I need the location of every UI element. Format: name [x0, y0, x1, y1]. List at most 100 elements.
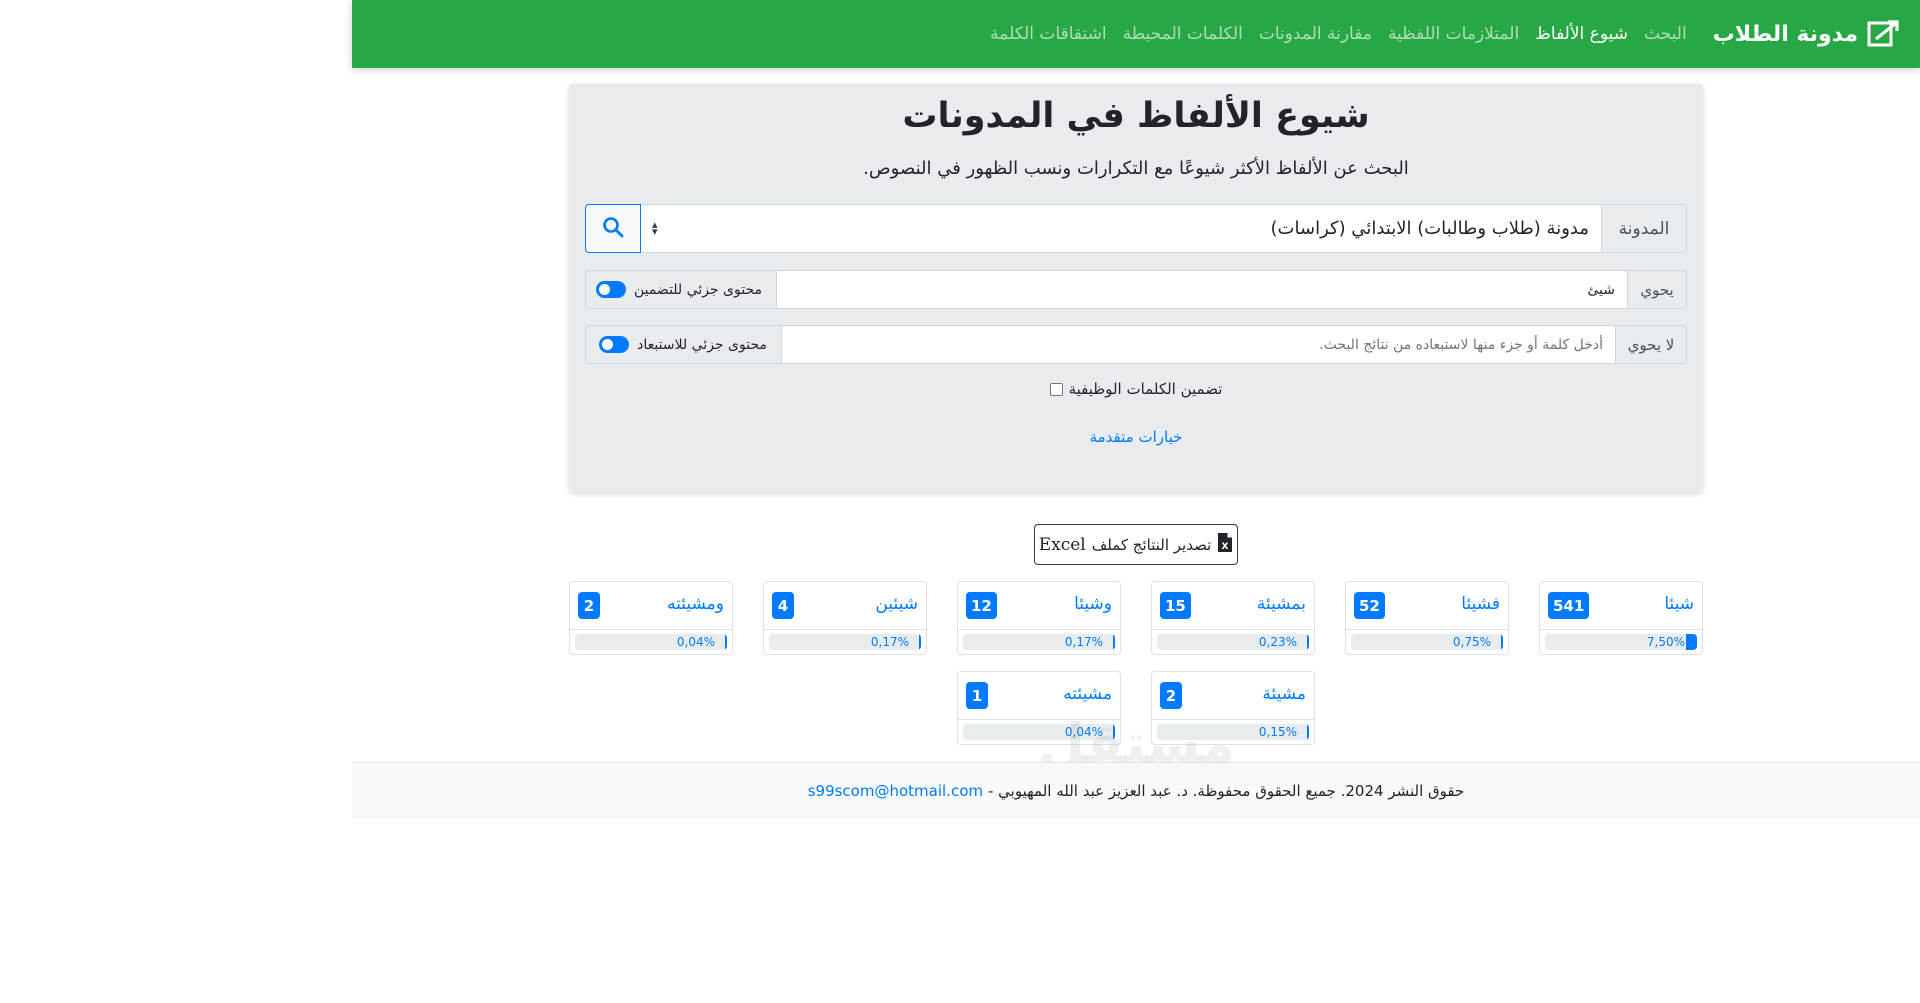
result-progress-fill: [1307, 724, 1309, 740]
export-label: تصدير النتائج كملف: [1091, 535, 1212, 554]
result-percent: 0,17%: [870, 635, 909, 649]
footer: حقوق النشر 2024. جميع الحقوق محفوظة. د. …: [352, 762, 1920, 819]
result-progress-bar: 0,04%: [575, 634, 727, 650]
result-count-badge: 12: [966, 592, 997, 619]
toggle-switch-icon[interactable]: [595, 281, 626, 298]
result-percent: 0,04%: [676, 635, 715, 649]
contains-partial-switch[interactable]: محتوى جزئي للتضمين: [585, 270, 777, 309]
result-count-badge: 4: [772, 592, 794, 619]
function-words-checkbox[interactable]: [1049, 382, 1063, 396]
card-divider: [1346, 629, 1508, 630]
result-progress-bar: 0,75%: [1351, 634, 1503, 650]
result-count-badge: 1: [966, 682, 988, 709]
result-count-badge: 2: [578, 592, 600, 619]
nav-link-collocations[interactable]: المتلازمات اللفظية: [1380, 24, 1527, 44]
select-arrows-icon: ▴ ▾: [652, 218, 658, 238]
nav-link-compare-corpora[interactable]: مقارنة المدونات: [1251, 24, 1380, 44]
result-word[interactable]: فشيئا: [1461, 594, 1500, 614]
result-progress-fill: [1307, 634, 1309, 650]
footer-copyright: حقوق النشر 2024. جميع الحقوق محفوظة. د. …: [987, 782, 1465, 800]
contains-input[interactable]: شيئ: [777, 270, 1627, 309]
corpus-select[interactable]: مدونة (طلاب وطالبات) الابتدائي (كراسات): [640, 204, 1601, 253]
brand-title: مدونة الطلاب: [1712, 21, 1858, 47]
result-percent: 7,50%: [1646, 635, 1685, 649]
result-progress-fill: [725, 634, 727, 650]
result-card[interactable]: شيئا 541 7,50%: [1539, 581, 1703, 655]
result-card[interactable]: شيئين 4 0,17%: [763, 581, 927, 655]
page-title: شيوع الألفاظ في المدونات: [902, 96, 1370, 136]
search-icon: [602, 216, 624, 242]
result-percent: 0,17%: [1064, 635, 1103, 649]
result-card[interactable]: ومشيئته 2 0,04%: [569, 581, 733, 655]
nav-link-search[interactable]: البحث: [1636, 24, 1695, 44]
file-excel-icon: X: [1217, 532, 1233, 557]
navbar: مدونة الطلاب البحث شيوع الألفاظ المتلازم…: [352, 0, 1920, 68]
result-word[interactable]: مشيئته: [1063, 684, 1112, 704]
nav-link-surrounding-words[interactable]: الكلمات المحيطة: [1115, 24, 1251, 44]
nav-link-word-frequency[interactable]: شيوع الألفاظ: [1527, 24, 1636, 44]
svg-text:X: X: [1222, 542, 1229, 552]
excludes-partial-switch[interactable]: محتوى جزئي للاستبعاد: [585, 325, 782, 364]
result-progress-fill: [1113, 634, 1115, 650]
result-percent: 0,75%: [1452, 635, 1491, 649]
result-word[interactable]: شيئا: [1664, 594, 1694, 614]
card-divider: [570, 629, 732, 630]
result-progress-fill: [919, 634, 921, 650]
result-percent: 0,15%: [1258, 725, 1297, 739]
excludes-switch-label: محتوى جزئي للاستبعاد: [637, 336, 767, 353]
function-words-option: تضمين الكلمات الوظيفية: [569, 380, 1703, 398]
excludes-label: لا يحوي: [1615, 325, 1687, 364]
nav-links: البحث شيوع الألفاظ المتلازمات اللفظية مق…: [982, 24, 1695, 44]
search-button[interactable]: [585, 204, 641, 253]
contains-switch-label: محتوى جزئي للتضمين: [633, 281, 762, 298]
brand-link[interactable]: مدونة الطلاب: [1713, 19, 1900, 49]
card-divider: [1152, 719, 1314, 720]
contains-label: يحوي: [1627, 270, 1687, 309]
result-word[interactable]: شيئين: [875, 594, 918, 614]
toggle-switch-icon[interactable]: [599, 336, 630, 353]
result-progress-fill: [1685, 634, 1697, 650]
result-card[interactable]: مشيئته 1 0,04%: [957, 671, 1121, 745]
result-word[interactable]: ومشيئته: [667, 594, 724, 614]
result-count-badge: 15: [1160, 592, 1191, 619]
result-progress-bar: 0,17%: [963, 634, 1115, 650]
card-divider: [1540, 629, 1702, 630]
advanced-options-link[interactable]: خيارات متقدمة: [569, 428, 1703, 446]
result-card[interactable]: فشيئا 52 0,75%: [1345, 581, 1509, 655]
result-word[interactable]: بمشيئة: [1257, 594, 1306, 614]
card-divider: [958, 629, 1120, 630]
excludes-input[interactable]: أدخل كلمة أو جزء منها لاستبعاده من نتائج…: [782, 325, 1615, 364]
result-progress-bar: 0,15%: [1157, 724, 1309, 740]
export-format: Excel: [1038, 534, 1086, 555]
result-progress-fill: [1501, 634, 1503, 650]
footer-email-link[interactable]: s99scom@hotmail.com: [808, 782, 983, 800]
card-divider: [958, 719, 1120, 720]
corpus-row: المدونة مدونة (طلاب وطالبات) الابتدائي (…: [640, 204, 1687, 253]
result-progress-bar: 0,04%: [963, 724, 1115, 740]
result-percent: 0,04%: [1064, 725, 1103, 739]
result-count-badge: 2: [1160, 682, 1182, 709]
export-logo-icon: [1866, 19, 1900, 49]
result-progress-bar: 0,17%: [769, 634, 921, 650]
export-excel-button[interactable]: X تصدير النتائج كملف Excel: [1034, 524, 1238, 565]
card-divider: [1152, 629, 1314, 630]
result-card[interactable]: مشيئة 2 0,15%: [1151, 671, 1315, 745]
result-count-badge: 52: [1354, 592, 1385, 619]
result-percent: 0,23%: [1258, 635, 1297, 649]
result-word[interactable]: وشيئا: [1074, 594, 1112, 614]
nav-link-word-derivations[interactable]: اشتقاقات الكلمة: [982, 24, 1114, 44]
excludes-placeholder: أدخل كلمة أو جزء منها لاستبعاده من نتائج…: [1319, 336, 1603, 353]
result-progress-bar: 7,50%: [1545, 634, 1697, 650]
corpus-label: المدونة: [1601, 204, 1687, 253]
result-count-badge: 541: [1548, 592, 1590, 619]
page-subtitle: البحث عن الألفاظ الأكثر شيوعًا مع التكرا…: [863, 158, 1409, 179]
result-progress-fill: [1113, 724, 1115, 740]
function-words-label: تضمين الكلمات الوظيفية: [1068, 380, 1223, 398]
result-card[interactable]: بمشيئة 15 0,23%: [1151, 581, 1315, 655]
result-word[interactable]: مشيئة: [1262, 684, 1306, 704]
excludes-row: لا يحوي أدخل كلمة أو جزء منها لاستبعاده …: [585, 325, 1687, 364]
result-progress-bar: 0,23%: [1157, 634, 1309, 650]
card-divider: [764, 629, 926, 630]
contains-row: يحوي شيئ محتوى جزئي للتضمين: [585, 270, 1687, 309]
result-card[interactable]: وشيئا 12 0,17%: [957, 581, 1121, 655]
